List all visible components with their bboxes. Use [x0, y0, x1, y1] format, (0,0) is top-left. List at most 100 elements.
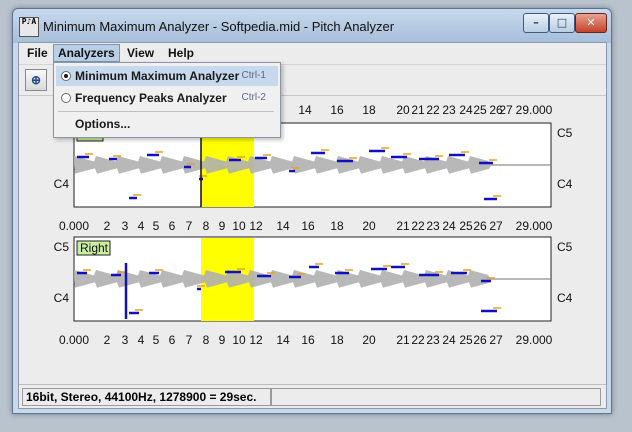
- tick-label: 0.000: [59, 219, 89, 233]
- status-bar: 16bit, Stereo, 44100Hz, 1278900 = 29sec.: [19, 384, 606, 407]
- menu-item-minimum-maximum-analyzer[interactable]: Minimum Maximum Analyzer Ctrl-1: [56, 66, 278, 86]
- app-icon: P♪A: [19, 17, 39, 37]
- radio-unselected-icon: [61, 93, 71, 103]
- tick-label: 3: [122, 333, 129, 347]
- tick-label: 4: [138, 219, 145, 233]
- tick-label: 24: [442, 219, 456, 233]
- minimize-button[interactable]: –: [523, 13, 549, 33]
- note-label-right: C5: [557, 240, 573, 254]
- tick-label: 25: [459, 333, 473, 347]
- tick-label: 27: [489, 333, 503, 347]
- title-bar: P♪A Minimum Maximum Analyzer - Softpedia…: [13, 9, 611, 43]
- channel-label: Right: [80, 241, 109, 255]
- note-label-left: C4: [54, 291, 70, 305]
- tick-label: 2: [104, 219, 111, 233]
- analyzers-dropdown: Minimum Maximum Analyzer Ctrl-1 Frequenc…: [53, 62, 281, 138]
- tick-label: 24: [442, 333, 456, 347]
- tick-label: 25: [459, 219, 473, 233]
- tick-label: 8: [203, 219, 210, 233]
- tick-label: 7: [186, 333, 193, 347]
- menu-item-frequency-peaks-analyzer[interactable]: Frequency Peaks Analyzer Ctrl-2: [56, 88, 278, 108]
- tick-label: 27: [499, 103, 513, 117]
- tick-label: 3: [122, 219, 129, 233]
- tick-label: 25: [473, 103, 487, 117]
- window-title: Minimum Maximum Analyzer - Softpedia.mid…: [43, 19, 395, 34]
- tick-label: 0.000: [59, 333, 89, 347]
- tick-label: 20: [362, 333, 376, 347]
- app-window: P♪A Minimum Maximum Analyzer - Softpedia…: [12, 8, 612, 414]
- tick-label: 22: [411, 333, 425, 347]
- tick-label: 18: [330, 219, 344, 233]
- tick-label: 12: [249, 219, 263, 233]
- status-text: 16bit, Stereo, 44100Hz, 1278900 = 29sec.: [22, 388, 271, 406]
- channel-panel-left: LeftC5C4C5C43.2630.000234567891012141618…: [54, 121, 573, 233]
- tick-label: 23: [426, 333, 440, 347]
- menu-file-label: File: [27, 46, 48, 60]
- status-panel: [271, 388, 601, 406]
- tick-label: 24: [459, 103, 473, 117]
- tick-label: 12: [249, 333, 263, 347]
- tick-label: 14: [276, 219, 290, 233]
- radio-selected-icon: [61, 71, 71, 81]
- tick-label: 8: [203, 333, 210, 347]
- tick-label: 18: [330, 333, 344, 347]
- tick-label: 6: [169, 333, 176, 347]
- tick-label: 5: [153, 219, 160, 233]
- note-label-right: C4: [557, 291, 573, 305]
- tick-label: 20: [362, 219, 376, 233]
- tick-label: 22: [411, 219, 425, 233]
- tick-label: 16: [301, 219, 315, 233]
- tick-label: 21: [396, 333, 410, 347]
- note-label-right: C4: [557, 177, 573, 191]
- shortcut-label: Ctrl-1: [241, 70, 266, 81]
- tick-label: 4: [138, 333, 145, 347]
- tick-label: 23: [426, 219, 440, 233]
- tick-label: 9: [219, 219, 226, 233]
- tick-label: 29.000: [516, 103, 553, 117]
- menu-item-label: Minimum Maximum Analyzer: [75, 69, 240, 83]
- menu-bar: File Analyzers View Help: [19, 43, 606, 63]
- menu-analyzers[interactable]: Analyzers: [53, 44, 120, 62]
- tick-label: 16: [330, 103, 344, 117]
- tick-label: 16: [301, 333, 315, 347]
- note-label-left: C5: [54, 240, 70, 254]
- menu-file[interactable]: File: [23, 45, 52, 61]
- tick-label: 20: [396, 103, 410, 117]
- menu-item-label: Options...: [75, 117, 131, 131]
- tick-label: 9: [219, 333, 226, 347]
- pitch-plot-svg[interactable]: 141618202122232425262729.000LeftC5C4C5C4…: [19, 95, 606, 383]
- menu-help-label: Help: [168, 46, 195, 60]
- tick-label: 7: [186, 219, 193, 233]
- tick-label: 14: [276, 333, 290, 347]
- menu-item-options[interactable]: Options...: [56, 114, 278, 134]
- tick-label: 10: [232, 333, 246, 347]
- client-area: File Analyzers View Help ⊕ Minimum Maxim…: [18, 42, 607, 409]
- maximize-button[interactable]: □: [549, 13, 575, 33]
- tick-label: 29.000: [516, 219, 553, 233]
- menu-help[interactable]: Help: [164, 45, 198, 61]
- shortcut-label: Ctrl-2: [241, 92, 266, 103]
- close-button[interactable]: ✕: [575, 13, 607, 33]
- zoom-in-icon[interactable]: ⊕: [25, 69, 47, 91]
- tick-label: 27: [489, 219, 503, 233]
- menu-item-label: Frequency Peaks Analyzer: [75, 91, 227, 105]
- tick-label: 21: [396, 219, 410, 233]
- menu-analyzers-label: Analyzers: [58, 46, 115, 60]
- tick-label: 21: [411, 103, 425, 117]
- menu-view[interactable]: View: [123, 45, 158, 61]
- tick-label: 10: [232, 219, 246, 233]
- tick-label: 26: [473, 219, 487, 233]
- tick-label: 29.000: [516, 333, 553, 347]
- pitch-plot-area[interactable]: 141618202122232425262729.000LeftC5C4C5C4…: [19, 95, 606, 383]
- note-label-left: C4: [54, 177, 70, 191]
- note-label-right: C5: [557, 126, 573, 140]
- menu-separator: [58, 111, 274, 112]
- menu-view-label: View: [127, 46, 155, 60]
- tick-label: 6: [169, 219, 176, 233]
- tick-label: 23: [442, 103, 456, 117]
- tick-label: 5: [153, 333, 160, 347]
- tick-label: 14: [298, 103, 312, 117]
- tick-label: 22: [426, 103, 440, 117]
- tick-label: 18: [362, 103, 376, 117]
- tick-label: 2: [104, 333, 111, 347]
